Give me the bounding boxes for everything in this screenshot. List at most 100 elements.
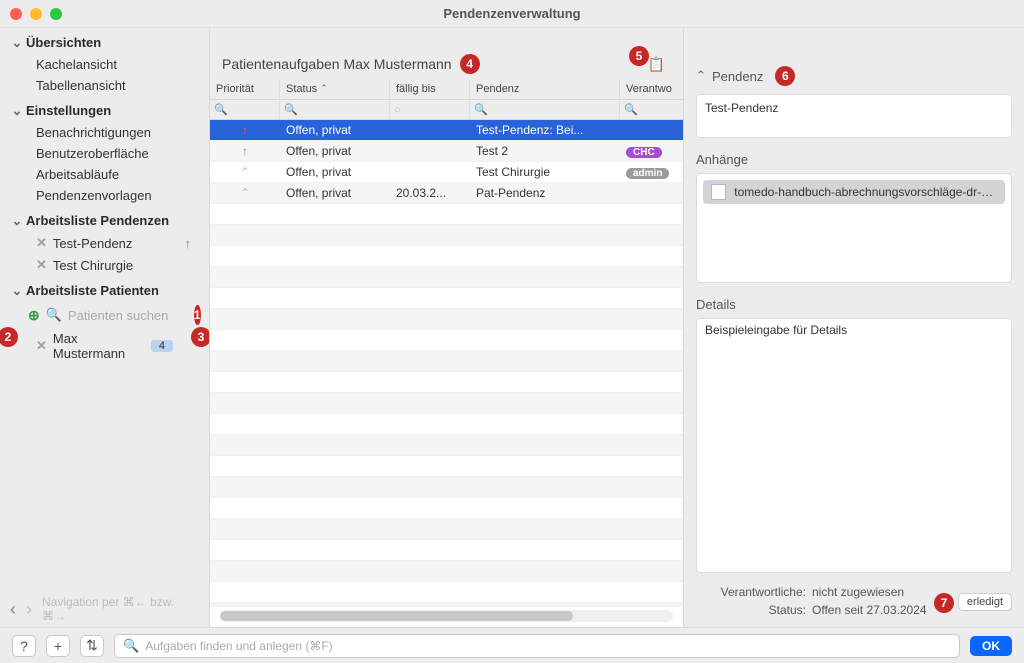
annotation-5: 5 xyxy=(629,46,649,66)
table-row-empty xyxy=(210,204,683,225)
clipboard-icon[interactable]: 📋 xyxy=(648,56,665,73)
search-icon: 🔍 xyxy=(214,103,228,116)
close-window-icon[interactable] xyxy=(10,8,22,20)
nav-hint: Navigation per ⌘← bzw. ⌘→ xyxy=(42,595,199,623)
table-row[interactable]: ↑Offen, privatTest-Pendenz: Bei... xyxy=(210,120,683,141)
sidebar-item-pendenzenvorlagen[interactable]: Pendenzenvorlagen xyxy=(0,185,209,206)
annotation-2: 2 xyxy=(0,327,18,347)
resp-label: Verantwortliche: xyxy=(696,585,806,599)
nav-forward-icon[interactable]: › xyxy=(26,599,32,620)
pendenz-header: ⌃ Pendenz 6 xyxy=(696,40,1012,94)
table-row-empty xyxy=(210,288,683,309)
sidebar: ⌄ Übersichten Kachelansicht Tabellenansi… xyxy=(0,28,210,627)
table-row-empty xyxy=(210,519,683,540)
table-row-empty xyxy=(210,267,683,288)
annotation-3: 3 xyxy=(191,327,210,347)
sidebar-item-arbeitsablaeufe[interactable]: Arbeitsabläufe xyxy=(0,164,209,185)
filter-verantwortliche[interactable]: 🔍 xyxy=(620,100,680,119)
sidebar-group-label: Arbeitsliste Pendenzen xyxy=(26,213,169,228)
col-pendenz[interactable]: Pendenz xyxy=(470,80,620,98)
priority-high-icon: ↑ xyxy=(242,144,248,158)
tasks-header: Patientenaufgaben Max Mustermann 4 5 📋 xyxy=(210,28,683,78)
document-icon xyxy=(711,184,726,200)
col-prioritaet[interactable]: Priorität xyxy=(210,80,280,98)
pendenz-name-box[interactable]: Test-Pendenz xyxy=(696,94,1012,138)
chevron-up-icon[interactable]: ⌃ xyxy=(696,71,706,81)
col-faellig-bis[interactable]: fällig bis xyxy=(390,80,470,98)
attachments-label: Anhänge xyxy=(696,152,1012,167)
chevron-down-icon: ⌄ xyxy=(12,286,22,296)
pendenz-label: Pendenz xyxy=(712,69,763,84)
circle-icon: ○ xyxy=(394,104,401,116)
table-row-empty xyxy=(210,309,683,330)
status-value: Offen seit 27.03.2024 xyxy=(812,603,927,617)
search-icon: 🔍 xyxy=(284,103,298,116)
close-icon[interactable]: ✕ xyxy=(36,235,47,251)
sidebar-item-kachelansicht[interactable]: Kachelansicht xyxy=(0,54,209,75)
details-textarea[interactable]: Beispieleingabe für Details xyxy=(696,318,1012,573)
sidebar-group-arbeitsliste-patienten[interactable]: ⌄ Arbeitsliste Patienten xyxy=(0,276,209,302)
tasks-table-header: Priorität Status⌃ fällig bis Pendenz Ver… xyxy=(210,78,683,100)
scrollbar-thumb[interactable] xyxy=(220,611,573,621)
patient-task-count: 4 xyxy=(151,340,173,352)
sidebar-item-benutzeroberflaeche[interactable]: Benutzeroberfläche xyxy=(0,143,209,164)
window-title: Pendenzenverwaltung xyxy=(443,6,580,21)
sidebar-item-patient-max-mustermann[interactable]: 2 ✕ Max Mustermann 4 3 xyxy=(0,328,209,364)
zoom-window-icon[interactable] xyxy=(50,8,62,20)
sidebar-item-test-chirurgie[interactable]: ✕ Test Chirurgie xyxy=(0,254,209,276)
table-row-empty xyxy=(210,477,683,498)
minimize-window-icon[interactable] xyxy=(30,8,42,20)
filter-status[interactable]: 🔍 xyxy=(280,100,390,119)
sidebar-group-arbeitsliste-pendenzen[interactable]: ⌄ Arbeitsliste Pendenzen xyxy=(0,206,209,232)
table-row-empty xyxy=(210,456,683,477)
filter-faellig-bis[interactable]: ○ xyxy=(390,100,470,119)
table-row-empty xyxy=(210,540,683,561)
attachments-area[interactable]: tomedo-handbuch-abrechnungsvorschläge-dr… xyxy=(696,173,1012,283)
filter-prioritaet[interactable]: 🔍 xyxy=(210,100,280,119)
table-row[interactable]: ⌃Offen, privat20.03.2...Pat-Pendenz xyxy=(210,183,683,204)
bottom-toolbar: ? + ⇅ 🔍 OK xyxy=(0,627,1024,663)
col-status[interactable]: Status⌃ xyxy=(280,80,390,98)
sidebar-item-test-pendenz[interactable]: ✕ Test-Pendenz ↑ xyxy=(0,232,209,254)
annotation-7: 7 xyxy=(934,593,954,613)
table-row-empty xyxy=(210,582,683,603)
horizontal-scrollbar[interactable] xyxy=(220,610,673,622)
search-icon: 🔍 xyxy=(46,307,62,323)
help-button[interactable]: ? xyxy=(12,635,36,657)
close-icon[interactable]: ✕ xyxy=(36,338,47,354)
sidebar-group-einstellungen[interactable]: ⌄ Einstellungen xyxy=(0,96,209,122)
search-icon: 🔍 xyxy=(474,103,488,116)
table-row-empty xyxy=(210,330,683,351)
annotation-1: 1 xyxy=(194,305,201,325)
patient-search-input[interactable] xyxy=(68,308,188,323)
table-row-empty xyxy=(210,225,683,246)
table-row-empty xyxy=(210,351,683,372)
sort-button[interactable]: ⇅ xyxy=(80,635,104,657)
sidebar-group-uebersichten[interactable]: ⌄ Übersichten xyxy=(0,28,209,54)
filter-pendenz[interactable]: 🔍 xyxy=(470,100,620,119)
nav-back-icon[interactable]: ‹ xyxy=(10,599,16,620)
table-row-empty xyxy=(210,372,683,393)
annotation-4: 4 xyxy=(460,54,480,74)
ok-button[interactable]: OK xyxy=(970,636,1012,656)
annotation-6: 6 xyxy=(775,66,795,86)
table-row[interactable]: ↑Offen, privatTest 2CHC xyxy=(210,141,683,162)
status-label: Status: xyxy=(696,603,806,617)
table-row[interactable]: ⌃Offen, privatTest Chirurgieadmin xyxy=(210,162,683,183)
detail-panel: ⌃ Pendenz 6 Test-Pendenz Anhänge tomedo-… xyxy=(684,28,1024,627)
add-user-icon[interactable]: ⊕ xyxy=(28,307,40,324)
sidebar-item-tabellenansicht[interactable]: Tabellenansicht xyxy=(0,75,209,96)
attachment-item[interactable]: tomedo-handbuch-abrechnungsvorschläge-dr… xyxy=(703,180,1005,204)
sidebar-item-benachrichtigungen[interactable]: Benachrichtigungen xyxy=(0,122,209,143)
global-search-input[interactable] xyxy=(145,639,951,653)
col-verantwortliche[interactable]: Verantwo xyxy=(620,80,680,98)
add-button[interactable]: + xyxy=(46,635,70,657)
priority-high-icon: ↑ xyxy=(185,236,192,251)
search-icon: 🔍 xyxy=(123,638,139,654)
titlebar: Pendenzenverwaltung xyxy=(0,0,1024,28)
done-button[interactable]: erledigt xyxy=(958,593,1012,611)
close-icon[interactable]: ✕ xyxy=(36,257,47,273)
table-row-empty xyxy=(210,561,683,582)
resp-badge: admin xyxy=(626,168,669,179)
global-searchbar: 🔍 xyxy=(114,634,960,658)
